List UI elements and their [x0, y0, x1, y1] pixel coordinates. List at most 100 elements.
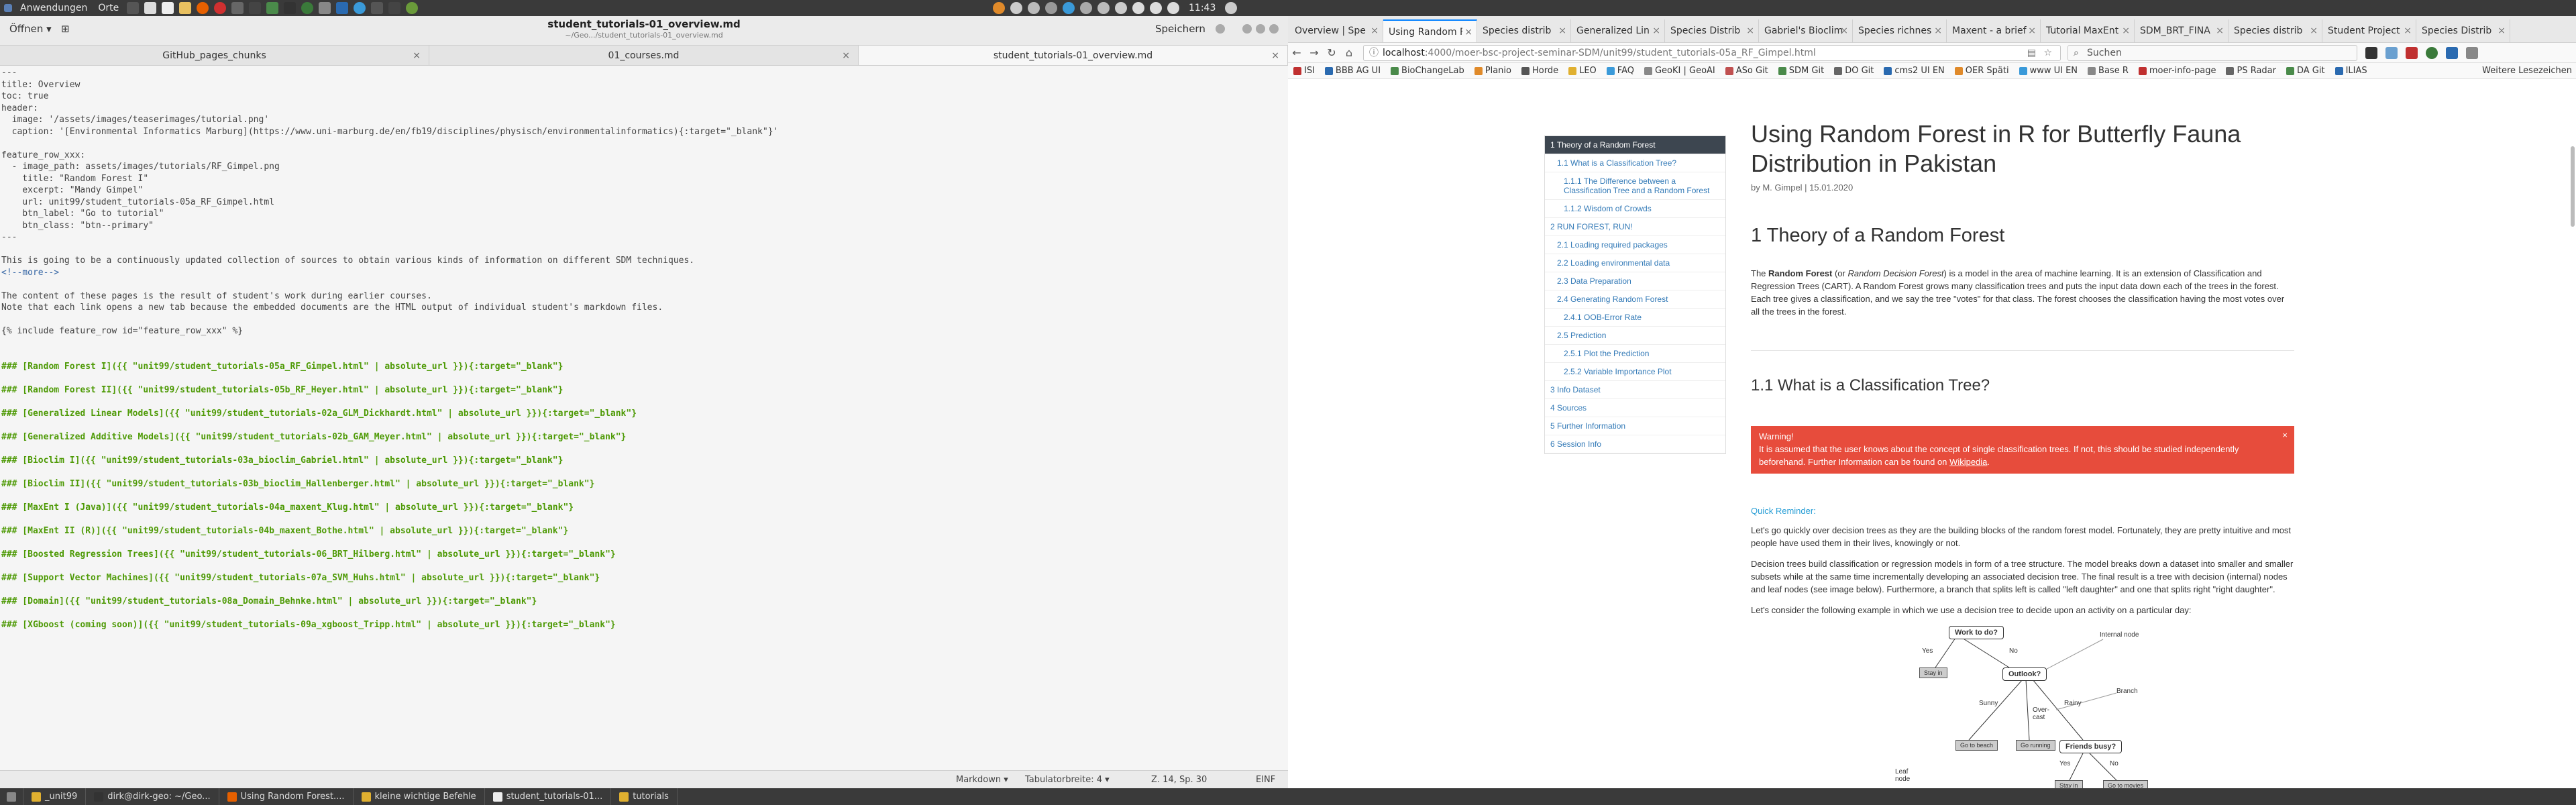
browser-launcher-icon[interactable] — [214, 2, 227, 14]
scrollbar[interactable] — [2571, 146, 2575, 227]
toc-item[interactable]: 1.1.1 The Difference between a Classific… — [1545, 172, 1725, 200]
app-launcher-icon-2[interactable] — [249, 2, 262, 14]
volume-icon[interactable] — [1132, 2, 1144, 14]
more-bookmarks-button[interactable]: Weitere Lesezeichen — [2482, 66, 2572, 76]
bookmark-item[interactable]: DO Git — [1834, 66, 1874, 76]
app-launcher-icon-4[interactable] — [284, 2, 297, 14]
close-tab-icon[interactable]: × — [1932, 19, 1942, 42]
browser-tab[interactable]: Student Project × — [2322, 19, 2416, 42]
close-tab-icon[interactable]: × — [2120, 19, 2130, 42]
terminal-launcher-icon[interactable] — [127, 2, 140, 14]
browser-tab[interactable]: Tutorial MaxEnt × — [2041, 19, 2135, 42]
taskbar-item[interactable]: Using Random Forest.... — [219, 788, 354, 805]
addon-icon-2[interactable] — [2426, 46, 2438, 59]
folder-launcher-icon[interactable] — [179, 2, 192, 14]
home-icon[interactable]: ⌂ — [1340, 46, 1358, 59]
search-input[interactable]: ⌕ Suchen — [2068, 44, 2357, 61]
tray-icon-7[interactable] — [1115, 2, 1127, 14]
toc-item[interactable]: 1.1.2 Wisdom of Crowds — [1545, 200, 1725, 218]
toc-item[interactable]: 2.4 Generating Random Forest — [1545, 290, 1725, 309]
firefox-launcher-icon[interactable] — [197, 2, 209, 14]
taskbar-item[interactable]: kleine wichtige Befehle — [354, 788, 485, 805]
bookmark-item[interactable]: DA Git — [2286, 66, 2325, 76]
close-tab-icon[interactable]: × — [1368, 19, 1379, 42]
toc-item[interactable]: 5 Further Information — [1545, 417, 1725, 435]
settings-icon[interactable] — [1010, 2, 1022, 14]
forward-icon[interactable]: → — [1305, 46, 1323, 59]
browser-tab[interactable]: Species richnes × — [1853, 19, 1947, 42]
close-tab-icon[interactable]: × — [2402, 19, 2412, 42]
tray-icon-1[interactable] — [993, 2, 1005, 14]
browser-tab[interactable]: Species distrib × — [2229, 19, 2322, 42]
extension-icon[interactable] — [2365, 46, 2377, 59]
toc-item[interactable]: 2.5.2 Variable Importance Plot — [1545, 363, 1725, 381]
bookmark-item[interactable]: LEO — [1568, 66, 1597, 76]
close-tab-icon[interactable]: × — [2214, 19, 2224, 42]
app-launcher-icon-5[interactable] — [301, 2, 314, 14]
tray-icon-4[interactable] — [1063, 2, 1075, 14]
places-menu[interactable]: Orte — [95, 3, 121, 13]
bookmark-item[interactable]: BBB AG UI — [1324, 66, 1381, 76]
bookmark-item[interactable]: GeoKI | GeoAI — [1644, 66, 1715, 76]
toc-item[interactable]: 2 RUN FOREST, RUN! — [1545, 218, 1725, 236]
browser-tab[interactable]: Gabriel's Bioclim × — [1759, 19, 1853, 42]
toc-item[interactable]: 6 Session Info — [1545, 435, 1725, 453]
bookmark-item[interactable]: www UI EN — [2019, 66, 2078, 76]
toc-item[interactable]: 3 Info Dataset — [1545, 381, 1725, 399]
bookmark-item[interactable]: Horde — [1521, 66, 1558, 76]
bookmark-item[interactable]: SDM Git — [1778, 66, 1824, 76]
hamburger-menu-icon[interactable] — [2466, 46, 2478, 59]
tray-icon-6[interactable] — [1097, 2, 1110, 14]
toc-item[interactable]: 4 Sources — [1545, 399, 1725, 417]
telegram-launcher-icon[interactable] — [354, 2, 366, 14]
close-tab-icon[interactable]: × — [2308, 19, 2318, 42]
close-tab-icon[interactable]: × — [1838, 19, 1848, 42]
tray-icon-2[interactable] — [1028, 2, 1040, 14]
battery-icon[interactable] — [1167, 2, 1179, 14]
app-launcher-icon-6[interactable] — [319, 2, 331, 14]
bookmark-item[interactable]: ILIAS — [2334, 66, 2367, 76]
app-launcher-icon-10[interactable] — [406, 2, 419, 14]
browser-tab[interactable]: Species distrib × — [1477, 19, 1571, 42]
browser-tab[interactable]: Species Distrib × — [2416, 19, 2510, 42]
bookmark-star-icon[interactable]: ☆ — [2043, 46, 2052, 60]
taskbar-item[interactable]: student_tutorials-01... — [485, 788, 612, 805]
back-icon[interactable]: ← — [1288, 46, 1305, 59]
editor-text-area[interactable]: --- title: Overview toc: true header: image… — [0, 66, 1288, 770]
library-icon[interactable] — [2385, 46, 2398, 59]
taskbar-item[interactable]: tutorials — [611, 788, 678, 805]
browser-tab[interactable]: Species Distrib × — [1665, 19, 1759, 42]
bookmark-item[interactable]: OER Späti — [1954, 66, 2009, 76]
close-tab-icon[interactable]: × — [1556, 19, 1566, 42]
editor-launcher-icon[interactable] — [162, 2, 174, 14]
close-icon[interactable]: × — [2282, 429, 2288, 441]
toc-item[interactable]: 1 Theory of a Random Forest — [1545, 136, 1725, 154]
apps-icon[interactable] — [4, 4, 12, 12]
browser-tab[interactable]: Maxent - a brief × — [1947, 19, 2041, 42]
bookmark-item[interactable]: FAQ — [1606, 66, 1634, 76]
browser-tab-active[interactable]: Using Random F × — [1383, 19, 1477, 42]
close-tab-icon[interactable]: × — [2026, 19, 2036, 42]
browser-tab[interactable]: Generalized Lin × — [1571, 19, 1665, 42]
language-selector[interactable]: Markdown ▾ — [956, 775, 1008, 785]
browser-tab[interactable]: Overview | Spe × — [1289, 19, 1383, 42]
bookmark-item[interactable]: ISI — [1293, 66, 1315, 76]
bookmark-item[interactable]: ASo Git — [1725, 66, 1768, 76]
taskbar-item[interactable]: dirk@dirk-geo: ~/Geo... — [86, 788, 219, 805]
addon-icon-3[interactable] — [2446, 46, 2458, 59]
app-launcher-icon-7[interactable] — [336, 2, 349, 14]
toc-item[interactable]: 2.5.1 Plot the Prediction — [1545, 345, 1725, 363]
tray-icon-5[interactable] — [1080, 2, 1092, 14]
bookmark-item[interactable]: moer-info-page — [2138, 66, 2216, 76]
addon-icon[interactable] — [2406, 46, 2418, 59]
toc-item[interactable]: 2.1 Loading required packages — [1545, 236, 1725, 254]
tab-width-selector[interactable]: Tabulatorbreite: 4 ▾ — [1025, 775, 1110, 785]
editor-tab-active[interactable]: student_tutorials-01_overview.md × — [859, 46, 1288, 65]
tray-icon-3[interactable] — [1045, 2, 1057, 14]
close-tab-icon[interactable]: × — [1650, 19, 1660, 42]
bookmark-item[interactable]: Planio — [1474, 66, 1511, 76]
app-launcher-icon[interactable] — [231, 2, 244, 14]
quick-reminder-toggle[interactable]: Quick Reminder: — [1751, 506, 2294, 516]
toc-item[interactable]: 2.5 Prediction — [1545, 327, 1725, 345]
reload-icon[interactable]: ↻ — [1323, 46, 1340, 59]
